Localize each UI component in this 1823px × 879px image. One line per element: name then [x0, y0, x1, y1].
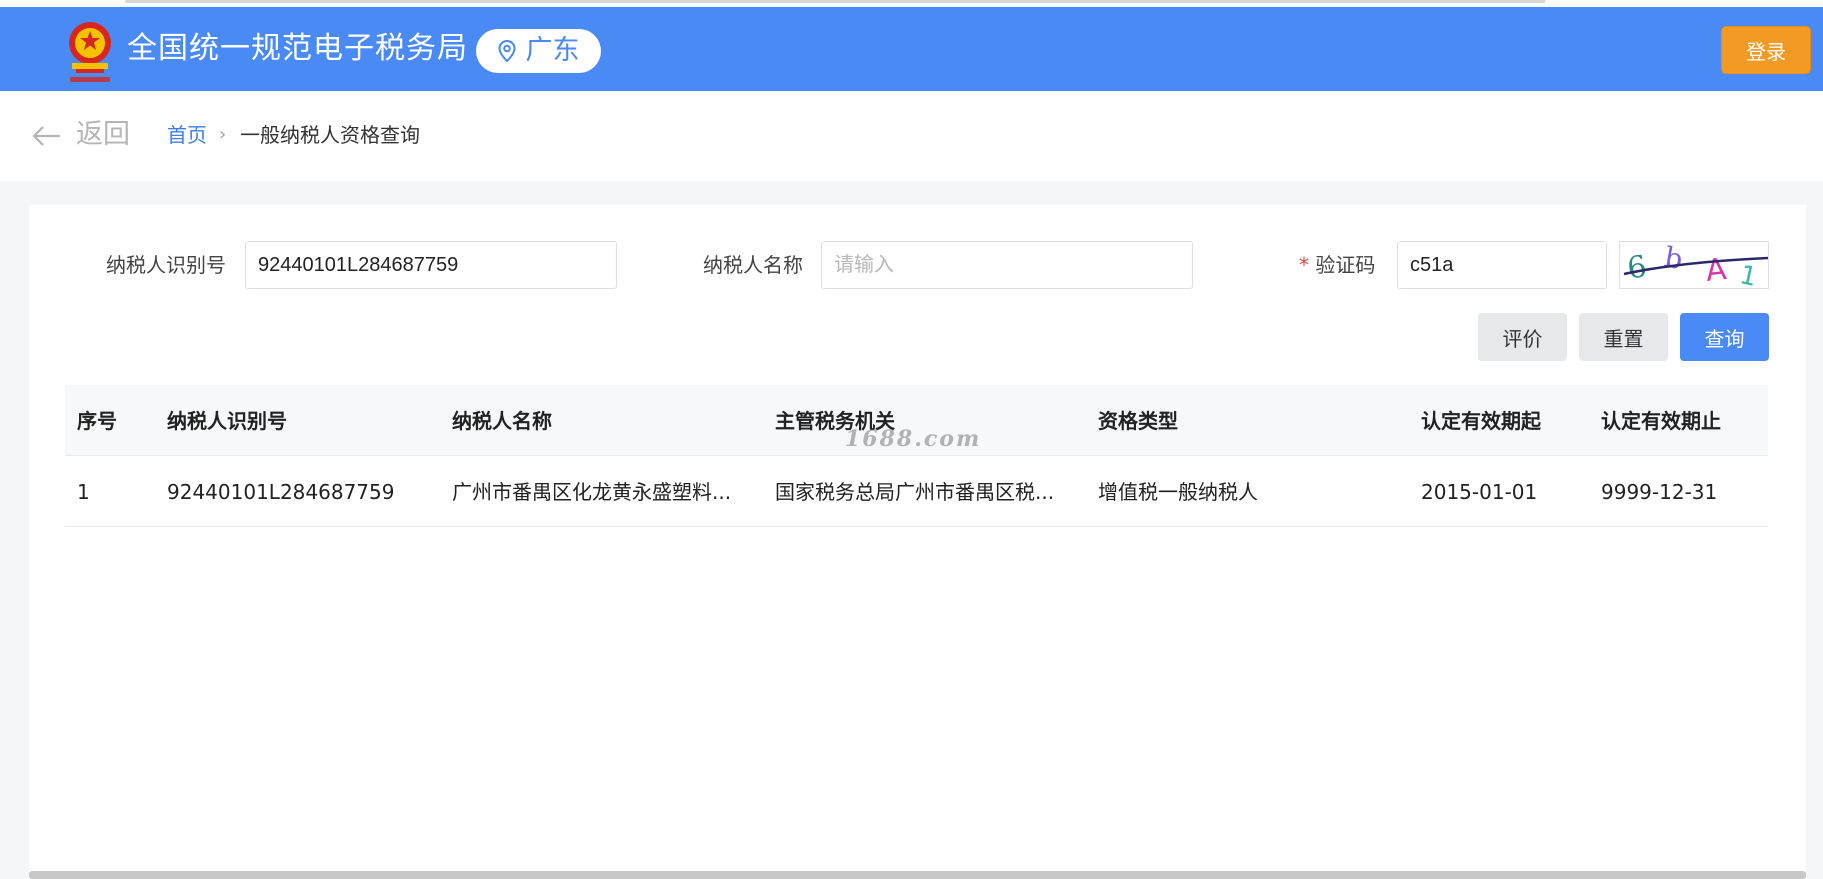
taxpayer-id-input[interactable] — [245, 241, 617, 289]
back-button[interactable]: 返回 — [76, 118, 130, 152]
captcha-image[interactable]: 6 b A 1 — [1619, 240, 1769, 293]
login-button[interactable]: 登录 — [1721, 26, 1811, 74]
cell-valid-from: 2015-01-01 — [1421, 480, 1538, 504]
top-scrollbar[interactable] — [125, 0, 1545, 3]
captcha-char-4: 1 — [1737, 260, 1759, 290]
cell-index: 1 — [77, 480, 90, 504]
breadcrumb-current: 一般纳税人资格查询 — [240, 123, 420, 147]
horizontal-scrollbar[interactable] — [29, 871, 1806, 879]
tax-emblem-icon — [69, 22, 111, 82]
captcha-char-3: A — [1704, 252, 1729, 289]
query-button[interactable]: 查询 — [1680, 313, 1769, 361]
captcha-input[interactable] — [1397, 241, 1607, 289]
taxpayer-id-label: 纳税人识别号 — [106, 253, 226, 277]
captcha-char-2: b — [1662, 242, 1685, 276]
breadcrumb-bar: 返回 首页 › 一般纳税人资格查询 — [0, 91, 1823, 181]
table-row: 1 92440101L284687759 广州市番禺区化龙黄永盛塑料... 国家… — [65, 456, 1768, 527]
col-header-index: 序号 — [77, 409, 117, 433]
required-mark: * — [1299, 253, 1309, 277]
region-selector[interactable]: 广东 — [476, 29, 601, 73]
taxpayer-name-input[interactable] — [821, 241, 1193, 289]
col-header-valid-from: 认定有效期起 — [1421, 409, 1541, 433]
col-header-valid-to: 认定有效期止 — [1601, 409, 1721, 433]
cell-taxpayer-id: 92440101L284687759 — [167, 480, 395, 504]
site-header: 全国统一规范电子税务局 广东 登录 — [0, 7, 1823, 91]
breadcrumb-home-link[interactable]: 首页 — [167, 122, 207, 148]
region-label: 广东 — [525, 35, 580, 66]
evaluate-button[interactable]: 评价 — [1478, 313, 1567, 361]
col-header-taxpayer-name: 纳税人名称 — [452, 409, 552, 433]
captcha-char-1: 6 — [1625, 249, 1649, 286]
taxpayer-name-label: 纳税人名称 — [703, 253, 803, 277]
cell-tax-authority: 国家税务总局广州市番禺区税... — [775, 480, 1055, 504]
reset-button[interactable]: 重置 — [1579, 313, 1668, 361]
query-card — [29, 205, 1806, 879]
cell-taxpayer-name: 广州市番禺区化龙黄永盛塑料... — [452, 480, 732, 504]
captcha-label-text: 验证码 — [1315, 253, 1376, 277]
browser-top-strip — [0, 0, 1823, 7]
col-header-taxpayer-id: 纳税人识别号 — [167, 409, 287, 433]
site-title: 全国统一规范电子税务局 — [127, 31, 468, 66]
cell-valid-to: 9999-12-31 — [1601, 480, 1718, 504]
back-arrow-icon[interactable] — [32, 125, 62, 147]
col-header-qualification-type: 资格类型 — [1098, 409, 1178, 433]
breadcrumb-separator: › — [219, 124, 227, 145]
location-pin-icon — [497, 40, 516, 62]
captcha-label: * 验证码 — [1299, 252, 1375, 278]
cell-qualification-type: 增值税一般纳税人 — [1098, 480, 1258, 504]
watermark: 1688.com — [845, 426, 982, 452]
